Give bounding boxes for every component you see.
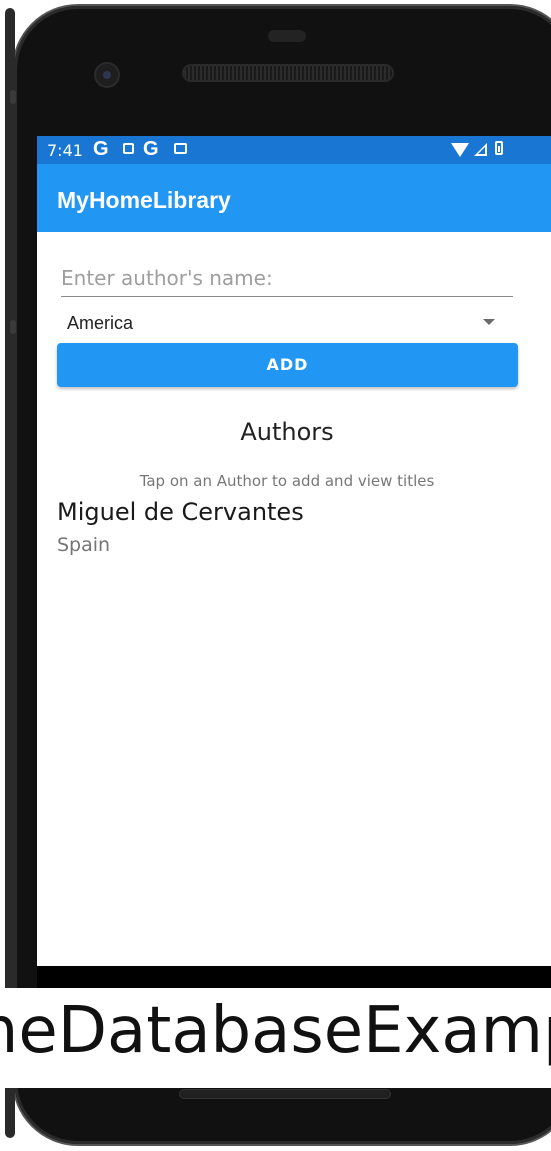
side-button <box>10 90 16 104</box>
authors-heading: Authors <box>240 418 334 446</box>
author-name-input[interactable] <box>61 260 513 297</box>
add-button[interactable]: ADD <box>57 343 518 387</box>
signal-icon <box>474 143 487 156</box>
app-bar: MyHomeLibrary <box>37 164 551 232</box>
app-screen: 7:41 G G MyHomeLibrary America ADD Autho… <box>37 136 551 966</box>
wifi-icon <box>451 143 469 157</box>
side-button <box>10 320 16 334</box>
speaker-grille <box>184 66 392 80</box>
country-selected-value: America <box>67 313 134 333</box>
camera-icon <box>96 64 118 86</box>
google-icon: G <box>93 138 109 160</box>
app-title: MyHomeLibrary <box>57 187 231 213</box>
phone-edge <box>5 8 15 1138</box>
country-dropdown[interactable]: America <box>61 306 513 340</box>
battery-icon <box>495 141 503 155</box>
text-icon <box>123 143 134 154</box>
author-name: Miguel de Cervantes <box>57 498 304 526</box>
caption-text: meDatabaseExampl <box>0 994 551 1068</box>
earpiece <box>268 30 306 42</box>
bottom-speaker <box>180 1090 390 1098</box>
navigation-bar <box>37 966 551 988</box>
calendar-icon <box>174 143 187 154</box>
author-country: Spain <box>57 534 111 556</box>
google-icon: G <box>143 138 159 160</box>
status-bar: 7:41 G G <box>37 136 551 164</box>
dropdown-arrow-icon <box>483 319 495 325</box>
caption-banner: meDatabaseExampl <box>0 988 551 1088</box>
status-time: 7:41 <box>47 141 83 160</box>
authors-hint: Tap on an Author to add and view titles <box>139 472 435 490</box>
